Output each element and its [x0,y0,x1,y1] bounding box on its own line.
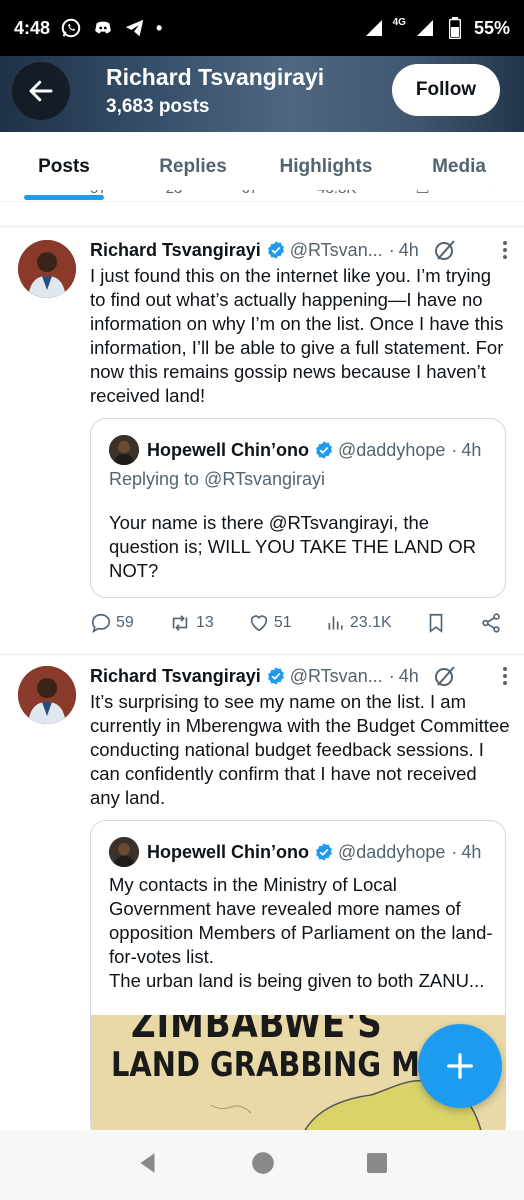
share-button[interactable] [480,612,502,634]
tab-label: Replies [159,156,227,177]
more-options-icon[interactable] [502,666,508,686]
image-headline-2: LAND GRABBING M [111,1045,420,1085]
tweet-header: Richard Tsvangirayi @RTsvan... · 4h [90,238,508,262]
view-count[interactable]: 43.8K [317,190,356,198]
views-button[interactable]: 23.1K [326,613,392,633]
follow-button[interactable]: Follow [392,64,500,116]
author-name[interactable]: Richard Tsvangirayi [90,240,261,261]
clock: 4:48 [14,17,51,38]
share-icon[interactable]: ◦ [489,190,494,198]
nav-recents-icon[interactable] [365,1151,389,1180]
quote-time: 4h [461,841,482,862]
nav-back-icon[interactable] [135,1150,161,1181]
bookmark-button[interactable] [426,612,446,634]
share-icon [482,613,500,633]
repost-count: 13 [195,614,214,631]
like-count: 51 [273,614,292,631]
repost-icon [172,615,188,631]
quote-header: Hopewell Chin’ono @daddyhope · 4h [109,837,495,867]
discord-icon [92,17,114,39]
quote-author-name: Hopewell Chin’ono [147,439,309,460]
tweet-text: I just found this on the internet like y… [90,265,504,406]
quote-author-handle: @daddyhope [338,439,446,460]
status-bar: 4:48 • 4G 55% [0,0,524,56]
verified-badge-icon [314,842,334,862]
back-button[interactable] [12,62,70,120]
wifi-signal-icon [363,17,385,39]
verified-badge-icon [266,240,286,260]
tweet-time[interactable]: 4h [399,666,419,687]
repost-button[interactable]: 13 [168,612,214,634]
separator: · [451,439,458,460]
profile-name: Richard Tsvangirayi [106,64,325,90]
plus-icon [447,1053,473,1079]
notification-dot: • [156,17,163,38]
avatar[interactable] [18,240,76,298]
tweet-actions: 59 13 51 23.1K [90,612,502,634]
quote-text: Your name is there @RTsvangirayi, the qu… [109,512,477,581]
battery-percent: 55% [473,17,510,38]
post-count: 3,683 posts [106,96,210,117]
reply-count: 59 [116,614,134,631]
verified-badge-icon [314,440,334,460]
arrow-left-icon [29,80,53,102]
bookmark-icon[interactable]: ▭ [415,190,429,198]
quote-time: 4h [461,439,482,460]
cell-signal-icon [414,17,436,39]
tweet[interactable]: Richard Tsvangirayi @RTsvan... · 4h I ju… [0,226,524,654]
telegram-icon [124,17,146,39]
repost-count[interactable]: 23 [166,190,183,198]
tweet-text: It’s surprising to see my name on the li… [90,691,510,808]
views-icon [328,616,343,630]
whatsapp-icon [60,17,82,39]
separator: · [451,841,458,862]
replying-to: Replying to @RTsvangirayi [109,469,326,489]
previous-tweet-actions: 57 23 67 43.8K ▭ ◦ [0,190,524,208]
compose-button[interactable] [418,1024,502,1108]
author-handle[interactable]: @RTsvan... [290,240,383,261]
tweet-header: Richard Tsvangirayi @RTsvan... · 4h [90,664,508,688]
quoted-tweet[interactable]: Hopewell Chin’ono @daddyhope · 4h Replyi… [90,418,506,598]
quote-author-handle: @daddyhope [338,841,446,862]
nav-home-icon[interactable] [250,1150,276,1181]
system-nav-bar [0,1130,524,1200]
quote-text: My contacts in the Ministry of Local Gov… [109,874,493,991]
verified-badge-icon [266,666,286,686]
tab-label: Posts [38,156,90,177]
network-type: 4G [392,16,406,28]
tweet-time[interactable]: 4h [399,240,419,261]
reply-count[interactable]: 57 [90,190,107,198]
heart-icon [250,615,268,632]
like-count[interactable]: 67 [241,190,258,198]
battery-icon [444,17,466,39]
view-count: 23.1K [349,614,392,631]
separator: · [388,665,395,686]
image-headline-1: ZIMBABWE'S [131,1015,383,1047]
avatar[interactable] [18,666,76,724]
author-name[interactable]: Richard Tsvangirayi [90,666,261,687]
quote-header: Hopewell Chin’ono @daddyhope · 4h [109,435,495,465]
quote-avatar [109,435,139,465]
quote-avatar [109,837,139,867]
grok-icon[interactable] [433,664,457,688]
author-handle[interactable]: @RTsvan... [290,666,383,687]
quote-author-name: Hopewell Chin’ono [147,841,309,862]
separator: · [388,239,395,260]
grok-icon[interactable] [433,238,457,262]
reply-icon [91,613,111,633]
tab-label: Highlights [279,156,373,177]
more-options-icon[interactable] [502,240,508,260]
bookmark-icon [429,613,443,633]
tab-label: Media [432,156,486,177]
profile-header: Richard Tsvangirayi 3,683 posts Follow [0,56,524,132]
like-button[interactable]: 51 [248,612,292,634]
reply-button[interactable]: 59 [90,612,134,634]
